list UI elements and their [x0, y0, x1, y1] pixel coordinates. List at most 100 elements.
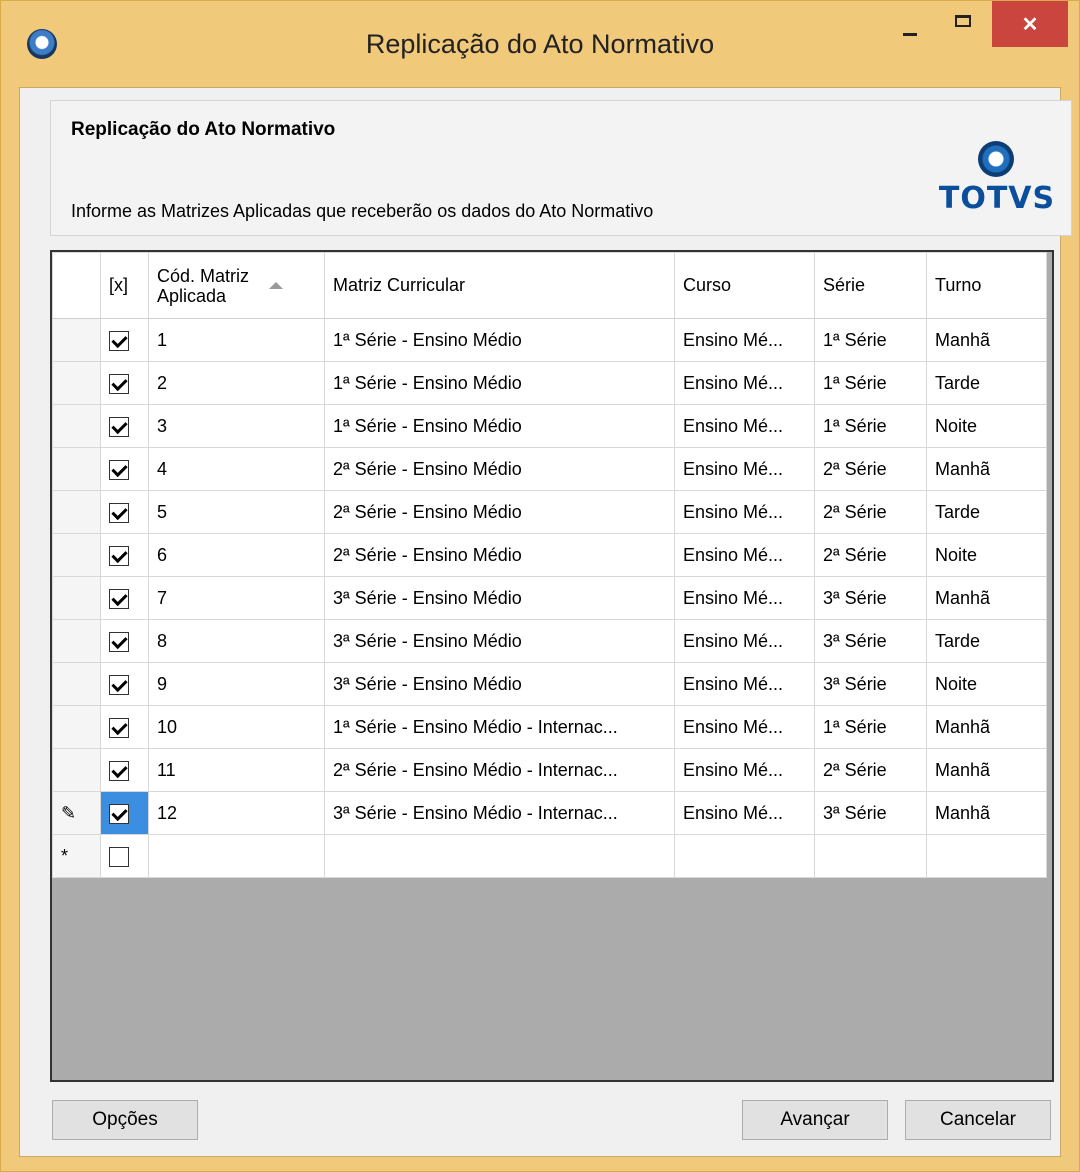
cell-matriz[interactable]: 3ª Série - Ensino Médio	[324, 576, 675, 620]
cell-matriz[interactable]: 1ª Série - Ensino Médio	[324, 404, 675, 448]
row-header[interactable]	[52, 748, 101, 792]
table-row[interactable]: 10 1ª Série - Ensino Médio - Internac... E…	[52, 705, 1047, 749]
row-checkbox[interactable]	[109, 502, 129, 523]
cell-cod[interactable]: 9	[148, 662, 325, 706]
row-checkbox-cell[interactable]	[100, 748, 149, 792]
cell-matriz[interactable]: 2ª Série - Ensino Médio - Internac...	[324, 748, 675, 792]
cell-matriz[interactable]: 1ª Série - Ensino Médio	[324, 318, 675, 362]
cell-curso[interactable]: Ensino Mé...	[674, 705, 815, 749]
table-row[interactable]: 1 1ª Série - Ensino Médio Ensino Mé... 1ª S…	[52, 318, 1047, 362]
row-checkbox[interactable]	[109, 588, 129, 609]
row-checkbox[interactable]	[109, 545, 129, 566]
cell-matriz[interactable]: 2ª Série - Ensino Médio	[324, 533, 675, 577]
row-checkbox[interactable]	[109, 760, 129, 781]
column-header-turno[interactable]: Turno	[926, 252, 1047, 319]
new-row-cell[interactable]	[324, 834, 675, 878]
row-checkbox-cell[interactable]	[100, 318, 149, 362]
row-header[interactable]	[52, 576, 101, 620]
new-row-cell[interactable]	[148, 834, 325, 878]
cell-cod[interactable]: 12	[148, 791, 325, 835]
row-checkbox[interactable]	[109, 674, 129, 695]
maximize-button[interactable]	[938, 1, 988, 47]
cell-serie[interactable]: 2ª Série	[814, 447, 927, 491]
row-checkbox[interactable]	[109, 459, 129, 480]
cell-serie[interactable]: 1ª Série	[814, 404, 927, 448]
cell-cod[interactable]: 11	[148, 748, 325, 792]
cell-serie[interactable]: 3ª Série	[814, 662, 927, 706]
cell-curso[interactable]: Ensino Mé...	[674, 490, 815, 534]
new-row-cell[interactable]	[926, 834, 1047, 878]
cell-cod[interactable]: 8	[148, 619, 325, 663]
row-checkbox[interactable]	[109, 631, 129, 652]
cell-turno[interactable]: Tarde	[926, 361, 1047, 405]
cell-cod[interactable]: 4	[148, 447, 325, 491]
column-header-matriz[interactable]: Matriz Curricular	[324, 252, 675, 319]
cell-curso[interactable]: Ensino Mé...	[674, 361, 815, 405]
row-checkbox-cell[interactable]	[100, 619, 149, 663]
cell-matriz[interactable]: 2ª Série - Ensino Médio	[324, 490, 675, 534]
cell-matriz[interactable]: 3ª Série - Ensino Médio - Internac...	[324, 791, 675, 835]
cell-matriz[interactable]: 2ª Série - Ensino Médio	[324, 447, 675, 491]
table-row[interactable]: 4 2ª Série - Ensino Médio Ensino Mé... 2ª S…	[52, 447, 1047, 491]
cell-matriz[interactable]: 3ª Série - Ensino Médio	[324, 619, 675, 663]
cell-serie[interactable]: 3ª Série	[814, 576, 927, 620]
cell-serie[interactable]: 3ª Série	[814, 619, 927, 663]
table-row[interactable]: 3 1ª Série - Ensino Médio Ensino Mé... 1ª S…	[52, 404, 1047, 448]
cell-turno[interactable]: Manhã	[926, 447, 1047, 491]
cell-serie[interactable]: 3ª Série	[814, 791, 927, 835]
cancel-button[interactable]: Cancelar	[905, 1100, 1051, 1140]
cell-matriz[interactable]: 3ª Série - Ensino Médio	[324, 662, 675, 706]
row-header[interactable]	[52, 619, 101, 663]
cell-cod[interactable]: 5	[148, 490, 325, 534]
row-checkbox[interactable]	[109, 416, 129, 437]
cell-curso[interactable]: Ensino Mé...	[674, 619, 815, 663]
cell-serie[interactable]: 2ª Série	[814, 490, 927, 534]
new-row[interactable]: *	[52, 834, 1047, 878]
next-button[interactable]: Avançar	[742, 1100, 888, 1140]
cell-turno[interactable]: Tarde	[926, 619, 1047, 663]
row-header[interactable]: ✎	[52, 791, 101, 835]
table-row[interactable]: 7 3ª Série - Ensino Médio Ensino Mé... 3ª S…	[52, 576, 1047, 620]
row-checkbox[interactable]	[109, 373, 129, 394]
cell-curso[interactable]: Ensino Mé...	[674, 791, 815, 835]
cell-curso[interactable]: Ensino Mé...	[674, 447, 815, 491]
table-row[interactable]: 8 3ª Série - Ensino Médio Ensino Mé... 3ª S…	[52, 619, 1047, 663]
cell-curso[interactable]: Ensino Mé...	[674, 748, 815, 792]
row-checkbox-cell[interactable]	[100, 705, 149, 749]
cell-cod[interactable]: 10	[148, 705, 325, 749]
cell-cod[interactable]: 1	[148, 318, 325, 362]
new-row-cell[interactable]	[674, 834, 815, 878]
row-header[interactable]	[52, 318, 101, 362]
row-checkbox-cell[interactable]	[100, 447, 149, 491]
column-header-serie[interactable]: Série	[814, 252, 927, 319]
cell-serie[interactable]: 2ª Série	[814, 533, 927, 577]
cell-turno[interactable]: Manhã	[926, 705, 1047, 749]
cell-turno[interactable]: Manhã	[926, 318, 1047, 362]
cell-cod[interactable]: 6	[148, 533, 325, 577]
cell-cod[interactable]: 7	[148, 576, 325, 620]
column-header-cod[interactable]: Cód. Matriz Aplicada	[148, 252, 325, 319]
row-checkbox[interactable]	[109, 803, 129, 824]
table-row[interactable]: 2 1ª Série - Ensino Médio Ensino Mé... 1ª S…	[52, 361, 1047, 405]
row-header[interactable]	[52, 533, 101, 577]
row-checkbox-cell[interactable]	[100, 662, 149, 706]
cell-curso[interactable]: Ensino Mé...	[674, 318, 815, 362]
options-button[interactable]: Opções	[52, 1100, 198, 1140]
column-header-check[interactable]: [x]	[100, 252, 149, 319]
cell-cod[interactable]: 3	[148, 404, 325, 448]
row-checkbox-cell[interactable]	[100, 404, 149, 448]
cell-serie[interactable]: 1ª Série	[814, 318, 927, 362]
new-row-header[interactable]: *	[52, 834, 101, 878]
row-header[interactable]	[52, 705, 101, 749]
cell-turno[interactable]: Manhã	[926, 576, 1047, 620]
table-row[interactable]: 9 3ª Série - Ensino Médio Ensino Mé... 3ª S…	[52, 662, 1047, 706]
row-header[interactable]	[52, 361, 101, 405]
row-checkbox-cell[interactable]	[100, 490, 149, 534]
row-checkbox[interactable]	[109, 330, 129, 351]
new-row-checkbox-cell[interactable]	[100, 834, 149, 878]
row-checkbox[interactable]	[109, 717, 129, 738]
cell-curso[interactable]: Ensino Mé...	[674, 576, 815, 620]
cell-turno[interactable]: Noite	[926, 533, 1047, 577]
row-header[interactable]	[52, 662, 101, 706]
cell-curso[interactable]: Ensino Mé...	[674, 404, 815, 448]
